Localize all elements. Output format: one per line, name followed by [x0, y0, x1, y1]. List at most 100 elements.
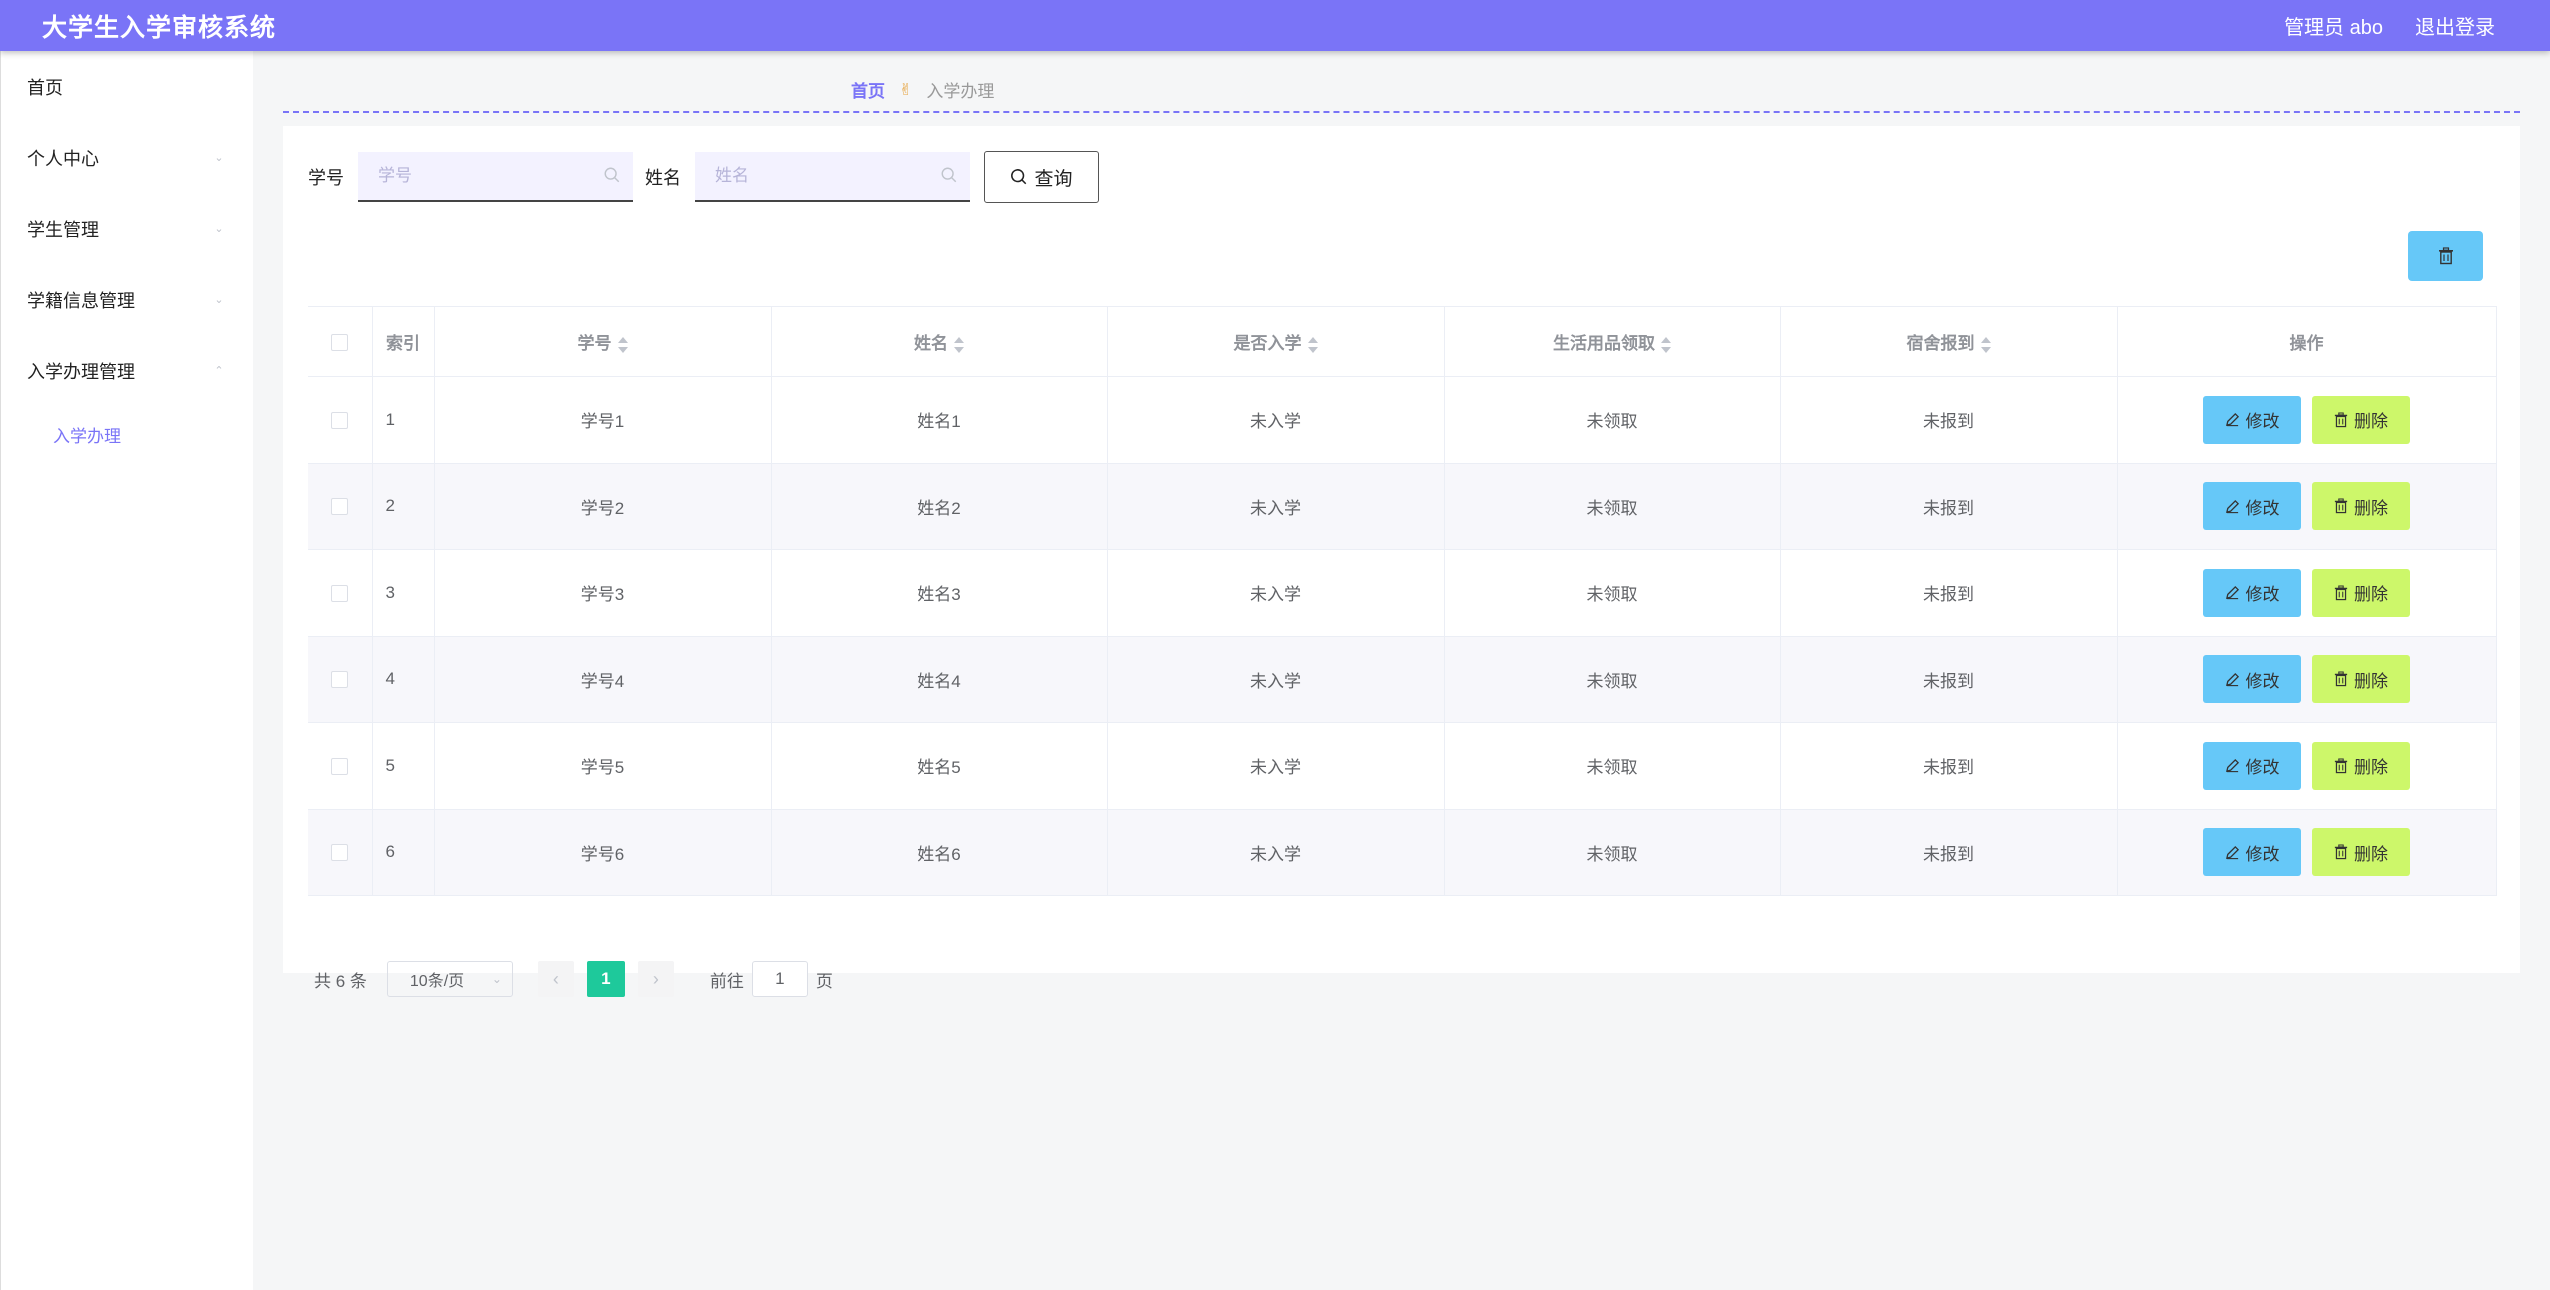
header-enrolled[interactable]: 是否入学 — [1107, 306, 1445, 377]
total-count: 共 6 条 — [314, 971, 367, 991]
cell-index: 5 — [372, 722, 435, 810]
cell-supplies: 未领取 — [1444, 636, 1781, 723]
query-button[interactable]: 查询 — [984, 151, 1099, 203]
sidebar: 首页 个人中心 ⌄ 学生管理 ⌄ 学籍信息管理 ⌄ 入学办理管理 ⌃ 入学办理 — [0, 51, 253, 1290]
name-input[interactable] — [695, 152, 970, 200]
edit-button-label: 修改 — [2245, 585, 2280, 605]
header-student-id[interactable]: 学号 — [434, 306, 772, 377]
trash-icon — [2334, 498, 2348, 514]
edit-icon — [2225, 845, 2239, 859]
goto-page-input[interactable] — [751, 961, 808, 997]
row-checkbox[interactable] — [331, 844, 349, 862]
table-row[interactable]: 4 学号4 姓名4 未入学 未领取 未报到 修改 删除 — [308, 636, 2497, 723]
sidebar-item-label: 学籍信息管理 — [27, 290, 135, 311]
sort-icon[interactable] — [617, 336, 628, 354]
cell-dorm: 未报到 — [1780, 809, 2118, 896]
sidebar-item-label: 个人中心 — [27, 148, 99, 169]
table-row[interactable]: 1 学号1 姓名1 未入学 未领取 未报到 修改 删除 — [308, 376, 2497, 464]
edit-button[interactable]: 修改 — [2203, 828, 2301, 877]
cell-dorm: 未报到 — [1780, 463, 2118, 550]
sidebar-item-student-management[interactable]: 学生管理 ⌄ — [1, 193, 253, 264]
next-page-button[interactable]: › — [637, 961, 674, 997]
prev-page-button[interactable]: ‹ — [537, 961, 574, 997]
student-id-input[interactable] — [358, 152, 633, 200]
batch-delete-button[interactable] — [2408, 231, 2483, 281]
cell-enrolled: 未入学 — [1107, 636, 1445, 723]
sidebar-item-home[interactable]: 首页 — [1, 51, 253, 122]
breadcrumb-home[interactable]: 首页 — [851, 77, 885, 102]
cell-name: 姓名6 — [771, 809, 1108, 896]
row-select-cell — [308, 809, 373, 896]
header-select-all — [308, 306, 373, 377]
edit-button-label: 修改 — [2245, 412, 2280, 432]
sort-icon[interactable] — [954, 336, 964, 354]
cell-supplies: 未领取 — [1444, 549, 1781, 637]
sort-icon[interactable] — [1307, 336, 1318, 354]
sidebar-item-enrollment-info[interactable]: 学籍信息管理 ⌄ — [1, 264, 253, 335]
delete-button[interactable]: 删除 — [2312, 568, 2410, 617]
cell-dorm: 未报到 — [1780, 636, 2118, 723]
page-size-value: 10条/页 — [409, 973, 465, 990]
search-icon — [604, 167, 620, 183]
cell-student-id: 学号2 — [434, 463, 772, 550]
table-row[interactable]: 2 学号2 姓名2 未入学 未领取 未报到 修改 删除 — [308, 463, 2497, 550]
main-content: 首页 ✌ 入学办理 学号 姓名 — [253, 51, 2550, 1290]
cell-student-id: 学号6 — [434, 809, 772, 896]
header-name[interactable]: 姓名 — [771, 306, 1108, 377]
header-index: 索引 — [372, 306, 435, 377]
trash-icon — [2334, 671, 2348, 687]
table-row[interactable]: 3 学号3 姓名3 未入学 未领取 未报到 修改 删除 — [308, 549, 2497, 637]
header-dorm[interactable]: 宿舍报到 — [1780, 306, 2118, 377]
page-size-select[interactable]: 10条/页 ⌄ — [386, 961, 513, 997]
delete-button[interactable]: 删除 — [2312, 655, 2410, 704]
delete-button-label: 删除 — [2354, 585, 2388, 605]
row-checkbox[interactable] — [331, 671, 349, 689]
app-header: 大学生入学审核系统 管理员 abo 退出登录 — [0, 0, 2550, 51]
cell-supplies: 未领取 — [1444, 722, 1781, 810]
goto-label: 前往 — [709, 971, 744, 991]
sidebar-subitem-admission[interactable]: 入学办理 — [1, 406, 253, 462]
edit-button[interactable]: 修改 — [2203, 741, 2301, 790]
edit-button[interactable]: 修改 — [2203, 655, 2301, 704]
sort-icon[interactable] — [1661, 336, 1671, 354]
delete-button[interactable]: 删除 — [2312, 741, 2410, 790]
table-row[interactable]: 5 学号5 姓名5 未入学 未领取 未报到 修改 删除 — [308, 722, 2497, 810]
row-checkbox[interactable] — [331, 757, 349, 775]
app-title: 大学生入学审核系统 — [42, 13, 277, 42]
cell-actions: 修改 删除 — [2117, 636, 2497, 723]
row-checkbox[interactable] — [331, 411, 349, 429]
cell-enrolled: 未入学 — [1107, 463, 1445, 550]
select-all-checkbox[interactable] — [331, 333, 349, 351]
sort-icon[interactable] — [1980, 336, 1991, 354]
breadcrumb: 首页 ✌ 入学办理 — [851, 77, 994, 102]
cell-student-id: 学号5 — [434, 722, 772, 810]
edit-button[interactable]: 修改 — [2203, 568, 2301, 617]
edit-button[interactable]: 修改 — [2203, 395, 2301, 444]
delete-button[interactable]: 删除 — [2312, 828, 2410, 877]
table-header-row: 索引 学号 姓名 是否入学 生活用品领取 宿舍报到 操作 — [308, 306, 2497, 377]
logout-link[interactable]: 退出登录 — [2415, 11, 2495, 40]
sidebar-item-label: 首页 — [27, 77, 63, 98]
delete-button[interactable]: 删除 — [2312, 482, 2410, 531]
student-id-field — [358, 152, 633, 202]
edit-icon — [2225, 586, 2239, 600]
table-row[interactable]: 6 学号6 姓名6 未入学 未领取 未报到 修改 删除 — [308, 809, 2497, 896]
name-field — [695, 152, 970, 202]
row-checkbox[interactable] — [331, 498, 349, 516]
sidebar-item-personal-center[interactable]: 个人中心 ⌄ — [1, 122, 253, 193]
cell-name: 姓名1 — [771, 376, 1108, 464]
edit-button[interactable]: 修改 — [2203, 482, 2301, 531]
chevron-down-icon: ⌄ — [214, 151, 224, 164]
user-label: 管理员 abo — [2284, 17, 2383, 39]
row-checkbox[interactable] — [331, 584, 349, 602]
page-number-current[interactable]: 1 — [586, 961, 625, 997]
search-form: 学号 姓名 查询 — [308, 151, 1099, 203]
header-supplies[interactable]: 生活用品领取 — [1444, 306, 1781, 377]
sidebar-item-label: 学生管理 — [27, 219, 99, 240]
delete-button[interactable]: 删除 — [2312, 395, 2410, 444]
edit-button-label: 修改 — [2245, 844, 2280, 864]
cell-enrolled: 未入学 — [1107, 722, 1445, 810]
sidebar-item-admission-management[interactable]: 入学办理管理 ⌃ — [1, 335, 253, 406]
cell-dorm: 未报到 — [1780, 722, 2118, 810]
trash-icon — [2334, 412, 2348, 427]
